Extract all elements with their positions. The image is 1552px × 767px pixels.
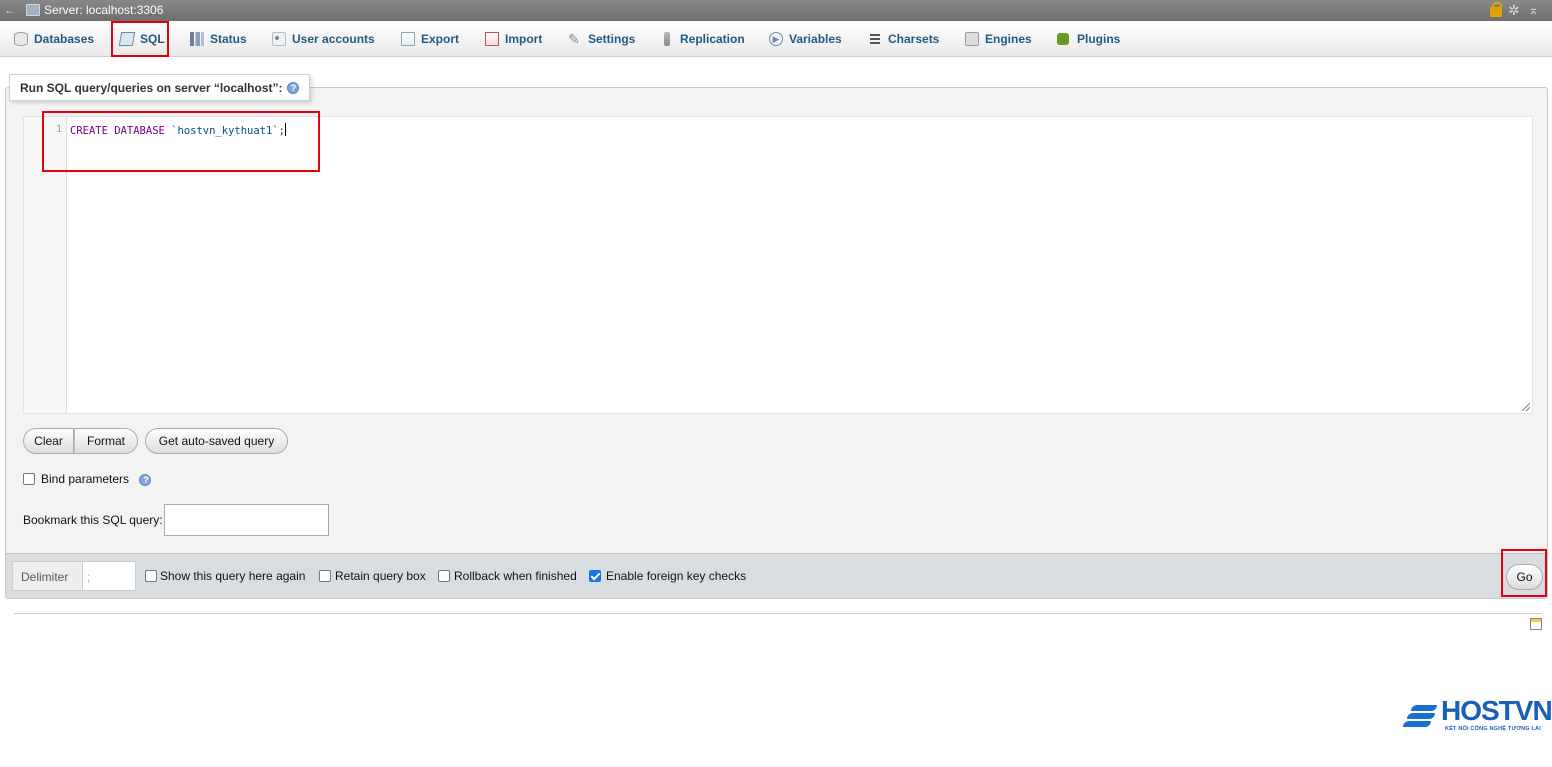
- variables-icon: ▶: [769, 32, 783, 46]
- logo-text: HOSTVN: [1441, 695, 1552, 726]
- help-icon[interactable]: [286, 82, 300, 94]
- tab-label: Replication: [680, 32, 745, 46]
- lock-icon[interactable]: [1490, 2, 1502, 17]
- tab-label: Export: [421, 32, 460, 46]
- user-accounts-icon: [272, 32, 286, 46]
- puzzle-icon: [1057, 33, 1069, 45]
- server-icon: [26, 4, 40, 16]
- tab-databases[interactable]: Databases: [12, 25, 94, 53]
- tab-settings[interactable]: ✎ Settings: [566, 25, 635, 53]
- status-icon: [190, 32, 204, 46]
- tab-label: Settings: [588, 32, 636, 46]
- delimiter-input[interactable]: ;: [82, 561, 136, 591]
- tab-label: Databases: [34, 32, 95, 46]
- collapse-navigation-icon[interactable]: ←: [4, 2, 16, 18]
- tab-label: User accounts: [292, 32, 375, 46]
- tab-status[interactable]: Status: [188, 25, 247, 53]
- server-bar: ← Server: localhost:3306 ✲ ⌅: [0, 0, 1552, 21]
- gear-icon[interactable]: ✲: [1508, 3, 1522, 17]
- tab-label: Status: [210, 32, 247, 46]
- format-button[interactable]: Format: [74, 428, 138, 454]
- retain-query-box-checkbox[interactable]: [319, 570, 331, 582]
- clear-button[interactable]: Clear: [23, 428, 74, 454]
- tab-engines[interactable]: Engines: [963, 25, 1032, 53]
- import-icon: [485, 32, 499, 46]
- panel-legend-text: Run SQL query/queries on server “localho…: [20, 81, 283, 95]
- divider: [14, 613, 1542, 614]
- bookmark-label: Bookmark this SQL query:: [23, 513, 163, 527]
- tab-user-accounts[interactable]: User accounts: [270, 25, 375, 53]
- tab-plugins[interactable]: Plugins: [1055, 25, 1120, 53]
- replication-icon: [664, 32, 670, 46]
- hostvn-logo-mark-icon: [1403, 699, 1439, 729]
- foreign-key-checks-label[interactable]: Enable foreign key checks: [606, 569, 746, 583]
- sql-tab-highlight: [111, 21, 169, 57]
- tab-label: Charsets: [888, 32, 940, 46]
- tab-import[interactable]: Import: [483, 25, 542, 53]
- tab-variables[interactable]: ▶ Variables: [767, 25, 842, 53]
- wrench-icon: ✎: [568, 31, 580, 47]
- tab-charsets[interactable]: Charsets: [866, 25, 939, 53]
- tab-export[interactable]: Export: [399, 25, 459, 53]
- panel-legend: Run SQL query/queries on server “localho…: [9, 74, 310, 101]
- tab-label: Variables: [789, 32, 842, 46]
- console-icon[interactable]: [1530, 618, 1542, 630]
- retain-query-box-label[interactable]: Retain query box: [335, 569, 426, 583]
- charsets-icon: [870, 34, 880, 44]
- collapse-up-icon[interactable]: ⌅: [1528, 3, 1542, 17]
- rollback-checkbox[interactable]: [438, 570, 450, 582]
- tab-label: Engines: [985, 32, 1032, 46]
- logo-tagline: KẾT NỐI CÔNG NGHỆ TƯƠNG LAI: [1445, 726, 1541, 732]
- server-label[interactable]: Server: localhost:3306: [44, 3, 163, 18]
- tab-replication[interactable]: Replication: [658, 25, 745, 53]
- database-icon: [14, 32, 28, 46]
- tab-label: Plugins: [1077, 32, 1121, 46]
- bind-parameters-checkbox[interactable]: [23, 473, 35, 485]
- tab-label: Import: [505, 32, 543, 46]
- rollback-label[interactable]: Rollback when finished: [454, 569, 577, 583]
- foreign-key-checks-checkbox[interactable]: [589, 570, 601, 582]
- query-highlight: [42, 111, 320, 172]
- help-icon[interactable]: [139, 474, 152, 486]
- hostvn-logo: HOSTVN KẾT NỐI CÔNG NGHỆ TƯƠNG LAI: [1403, 695, 1552, 737]
- delimiter-label: Delimiter: [12, 561, 82, 591]
- show-query-again-checkbox[interactable]: [145, 570, 157, 582]
- resize-handle-icon[interactable]: [1522, 403, 1530, 411]
- bookmark-input[interactable]: [164, 504, 329, 536]
- main-tab-bar: Databases SQL Status User accounts Expor…: [0, 21, 1552, 57]
- go-highlight: [1501, 549, 1547, 597]
- engines-icon: [965, 32, 979, 46]
- show-query-again-label[interactable]: Show this query here again: [160, 569, 305, 583]
- server-bar-actions: ✲ ⌅: [1490, 2, 1542, 18]
- get-auto-saved-query-button[interactable]: Get auto-saved query: [145, 428, 288, 454]
- bind-parameters-label[interactable]: Bind parameters: [41, 472, 129, 486]
- export-icon: [401, 32, 415, 46]
